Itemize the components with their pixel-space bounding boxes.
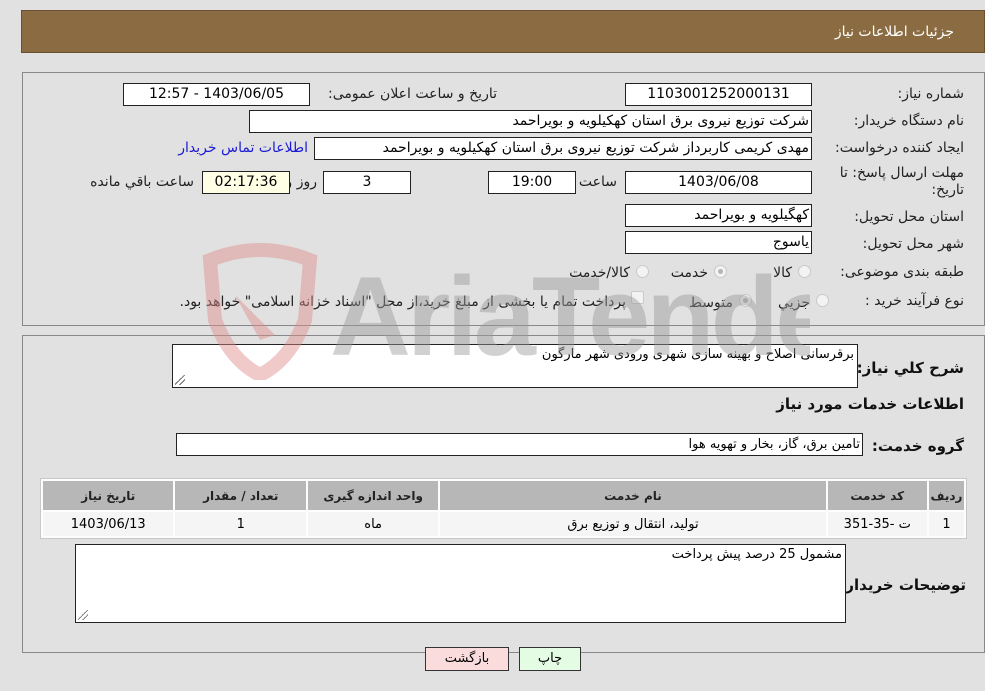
need-info-panel: شماره نیاز: 1103001252000131 تاریخ و ساع… — [22, 72, 985, 326]
need-number-label: شماره نیاز: — [897, 86, 965, 102]
announce-datetime-label: تاریخ و ساعت اعلان عمومی: — [328, 86, 497, 102]
resize-grip-icon[interactable] — [78, 610, 88, 620]
back-button[interactable]: بازگشت — [425, 647, 509, 671]
purchase-type-option-minor: جزيي — [778, 295, 810, 311]
buyer-notes-text: مشمول 25 درصد پیش پرداخت — [671, 547, 842, 562]
deadline-time-label: ساعت — [578, 174, 617, 190]
cell-need-date: 1403/06/13 — [43, 512, 174, 536]
buyer-org-label: نام دستگاه خریدار: — [853, 113, 964, 129]
days-remaining-field[interactable]: 3 — [323, 171, 411, 194]
deadline-time-field[interactable]: 19:00 — [488, 171, 576, 194]
col-header-service-name: نام خدمت — [440, 481, 826, 510]
col-header-service-code: کد خدمت — [827, 481, 927, 510]
col-header-need-date: تاریخ نیاز — [43, 481, 174, 510]
need-details-panel: شرح کلي نیاز: برقرسانی اصلاح و بهینه ساز… — [22, 335, 985, 653]
category-radio-service[interactable] — [714, 265, 727, 278]
cell-row-number: 1 — [928, 512, 964, 536]
cell-unit: ماه — [307, 512, 439, 536]
buyer-notes-textarea[interactable]: مشمول 25 درصد پیش پرداخت — [75, 544, 846, 623]
col-header-unit: واحد اندازه گیری — [307, 481, 439, 510]
category-label: طبقه بندی موضوعی: — [840, 264, 964, 280]
buyer-org-field[interactable]: شرکت توزیع نیروی برق استان کهکیلویه و بو… — [249, 110, 812, 133]
buyer-notes-label: توضیحات خریدار: — [839, 576, 966, 594]
time-remaining-label: ساعت باقي مانده — [90, 174, 194, 190]
col-header-row-number: ردیف — [928, 481, 964, 510]
resize-grip-icon[interactable] — [175, 375, 185, 385]
city-field[interactable]: یاسوج — [625, 231, 812, 254]
category-option-goods-service: کالا/خدمت — [569, 265, 630, 281]
buyer-contact-link[interactable]: اطلاعات تماس خریدار — [178, 140, 308, 156]
table-header-row: ردیف کد خدمت نام خدمت واحد اندازه گیری ت… — [43, 481, 964, 510]
cell-service-name: تولید، انتقال و توزیع برق — [440, 512, 826, 536]
purchase-type-radio-minor[interactable] — [816, 294, 829, 307]
deadline-date-field[interactable]: 1403/06/08 — [625, 171, 812, 194]
deadline-label: مهلت ارسال پاسخ: تا تاریخ: — [839, 165, 964, 198]
service-group-field[interactable]: تامین برق، گاز، بخار و تهویه هوا — [176, 433, 863, 456]
category-option-goods: کالا — [773, 265, 792, 281]
purchase-type-label: نوع فرآیند خرید : — [865, 293, 964, 309]
cell-quantity: 1 — [175, 512, 306, 536]
print-button[interactable]: چاپ — [519, 647, 581, 671]
services-table: ردیف کد خدمت نام خدمت واحد اندازه گیری ت… — [40, 478, 967, 539]
purchase-type-radio-medium[interactable] — [739, 294, 752, 307]
city-label: شهر محل تحویل: — [862, 236, 964, 252]
province-label: استان محل تحویل: — [854, 209, 964, 225]
page-title: جزئیات اطلاعات نیاز — [834, 24, 954, 40]
requester-field[interactable]: مهدی کریمی کاربرداز شرکت توزیع نیروی برق… — [314, 137, 812, 160]
description-text: برقرسانی اصلاح و بهینه سازی شهری ورودی ش… — [541, 347, 854, 362]
treasury-note: پرداخت تمام یا بخشی از مبلغ خرید،از محل … — [179, 294, 626, 310]
announce-datetime-field[interactable]: 1403/06/05 - 12:57 — [123, 83, 310, 106]
requester-label: ایجاد کننده درخواست: — [835, 140, 964, 156]
table-row: 1 ت -35-351 تولید، انتقال و توزیع برق ما… — [43, 512, 964, 536]
service-group-label: گروه خدمت: — [871, 437, 964, 455]
description-label: شرح کلي نیاز: — [856, 359, 964, 377]
services-heading: اطلاعات خدمات مورد نیاز — [776, 395, 964, 413]
purchase-type-option-medium: متوسط — [689, 295, 733, 311]
treasury-checkbox[interactable] — [631, 291, 644, 304]
need-number-field[interactable]: 1103001252000131 — [625, 83, 812, 106]
cell-service-code: ت -35-351 — [827, 512, 927, 536]
col-header-quantity: تعداد / مقدار — [175, 481, 306, 510]
category-radio-goods[interactable] — [798, 265, 811, 278]
days-label: روز و — [285, 174, 318, 190]
page-header: جزئیات اطلاعات نیاز — [21, 10, 985, 53]
time-remaining-field: 02:17:36 — [202, 171, 290, 194]
province-field[interactable]: کهگیلویه و بویراحمد — [625, 204, 812, 227]
category-option-service: خدمت — [670, 265, 708, 281]
description-textarea[interactable]: برقرسانی اصلاح و بهینه سازی شهری ورودی ش… — [172, 344, 858, 388]
category-radio-goods-service[interactable] — [636, 265, 649, 278]
